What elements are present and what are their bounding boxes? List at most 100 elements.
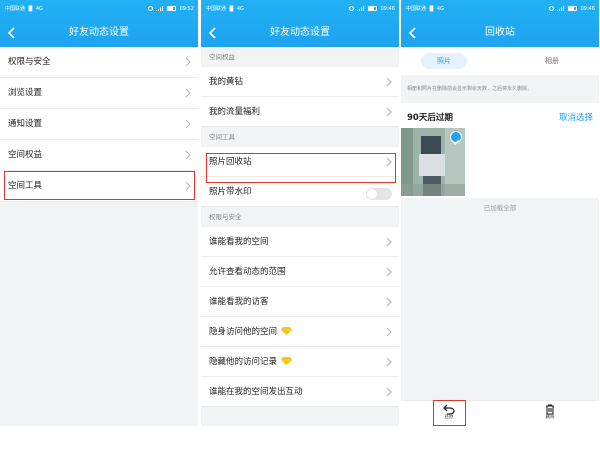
- settings-item-feed-visibility-range[interactable]: 允许查看动态的范围: [201, 257, 399, 287]
- bottom-action-bar: 还原 删除: [401, 400, 599, 426]
- yellow-diamond-icon: [281, 327, 293, 335]
- clock-text: 09:52: [179, 6, 194, 12]
- settings-item-label: 空间工具: [8, 181, 43, 191]
- cancel-select-button[interactable]: 取消选择: [559, 111, 593, 123]
- loaded-all-text: 已加载全部: [483, 204, 517, 212]
- settings-item-label: 隐身访问他的空间: [209, 317, 293, 347]
- header-bar: 中国联通 ▐▌ 4G 09:52 好友动态设置: [0, 0, 198, 47]
- delete-button[interactable]: 删除: [538, 404, 562, 426]
- alarm-icon: [147, 6, 153, 11]
- chevron-right-icon: [185, 57, 191, 67]
- restore-label: 还原: [444, 415, 454, 420]
- settings-item-label: 我的黄钻: [209, 77, 244, 87]
- chevron-right-icon: [386, 77, 392, 87]
- status-right: 09:52: [146, 3, 194, 15]
- signal-icon: [357, 6, 365, 11]
- settings-item-label: 谁能看我的空间: [209, 237, 269, 247]
- chevron-right-icon: [386, 387, 392, 397]
- yellow-diamond-icon: [281, 357, 293, 365]
- clock-text: 09:46: [580, 6, 595, 12]
- tab-photos[interactable]: 照片: [421, 53, 467, 69]
- trash-icon: [546, 404, 554, 415]
- settings-item-permission-security[interactable]: 权限与安全: [0, 47, 198, 78]
- chevron-right-icon: [386, 267, 392, 277]
- status-right: 09:46: [347, 3, 395, 15]
- clock-text: 09:46: [380, 6, 395, 12]
- section-header: 空间权益: [201, 47, 399, 67]
- settings-item-photo-watermark: 照片带水印: [201, 177, 399, 207]
- tab-albums[interactable]: 相册: [529, 53, 575, 69]
- chevron-right-icon: [386, 107, 392, 117]
- battery-icon: [367, 6, 377, 11]
- settings-item-label: 通知设置: [8, 119, 43, 129]
- settings-item-browse[interactable]: 浏览设置: [0, 78, 198, 109]
- settings-item-label: 浏览设置: [8, 88, 43, 98]
- chevron-right-icon: [185, 150, 191, 160]
- chevron-right-icon: [185, 181, 191, 191]
- panel-recycle-bin: 中国联通 ▐▌ 4G 09:46 回收站 照片 相册 相册和照片在删除前会显示剩…: [401, 0, 599, 426]
- settings-item-label: 谁能看我的访客: [209, 297, 269, 307]
- chevron-right-icon: [386, 297, 392, 307]
- carrier-text: 中国联通 ▐▌ 4G: [5, 6, 43, 12]
- chevron-right-icon: [386, 157, 392, 167]
- settings-item-text: 隐藏他的访问记录: [209, 357, 278, 367]
- settings-item-label: 照片回收站: [209, 157, 252, 167]
- settings-item-yellow-diamond[interactable]: 我的黄钻: [201, 67, 399, 97]
- page-title: 好友动态设置: [270, 27, 330, 38]
- settings-item-hide-visit-record[interactable]: 隐藏他的访问记录: [201, 347, 399, 377]
- section-header: 权限与安全: [201, 207, 399, 227]
- status-bar: 中国联通 ▐▌ 4G 09:52: [5, 3, 194, 15]
- panel-space-tools: 中国联通 ▐▌ 4G 09:46 好友动态设置 空间权益 我的黄钻 我的流量福利…: [201, 0, 399, 426]
- header-bar: 中国联通 ▐▌ 4G 09:46 好友动态设置: [201, 0, 399, 47]
- settings-item-label: 隐藏他的访问记录: [209, 347, 293, 377]
- chevron-right-icon: [386, 327, 392, 337]
- settings-item-space-tools[interactable]: 空间工具: [0, 171, 198, 202]
- watermark-toggle[interactable]: [366, 188, 392, 200]
- expiry-group-title: 90天后过期: [407, 113, 453, 123]
- settings-item-label: 我的流量福利: [209, 107, 261, 117]
- header-bar: 中国联通 ▐▌ 4G 09:46 回收站: [401, 0, 599, 47]
- settings-list: 空间权益 我的黄钻 我的流量福利 空间工具 照片回收站 照片带水印 权限与安全 …: [201, 47, 399, 407]
- section-header: 空间工具: [201, 127, 399, 147]
- battery-icon: [166, 6, 176, 11]
- selected-check-icon: [450, 131, 462, 145]
- signal-icon: [557, 6, 565, 11]
- settings-item-text: 隐身访问他的空间: [209, 327, 278, 337]
- page-title: 好友动态设置: [69, 27, 129, 38]
- expiry-group: 90天后过期 取消选择: [401, 103, 599, 198]
- status-bar: 中国联通 ▐▌ 4G 09:46: [206, 3, 395, 15]
- nav-bar: 好友动态设置: [201, 22, 399, 44]
- chevron-right-icon: [386, 237, 392, 247]
- settings-item-data-benefit[interactable]: 我的流量福利: [201, 97, 399, 127]
- tab-bar: 照片 相册: [401, 47, 599, 75]
- photo-thumbnail[interactable]: [401, 128, 465, 196]
- chevron-right-icon: [386, 357, 392, 367]
- panel-space-settings: 中国联通 ▐▌ 4G 09:52 好友动态设置 权限与安全 浏览设置 通知设置: [0, 0, 198, 426]
- deletion-notice: 相册和照片在删除前会显示剩余天数，之后将永久删除。: [401, 75, 599, 103]
- settings-item-label: 权限与安全: [8, 57, 51, 67]
- settings-item-label: 空间权益: [8, 150, 43, 160]
- settings-item-invisible-visit[interactable]: 隐身访问他的空间: [201, 317, 399, 347]
- status-bar: 中国联通 ▐▌ 4G 09:46: [406, 3, 595, 15]
- nav-bar: 好友动态设置: [0, 22, 198, 44]
- restore-button[interactable]: 还原: [437, 404, 461, 426]
- settings-item-who-can-view-space[interactable]: 谁能看我的空间: [201, 227, 399, 257]
- settings-item-label: 谁能在我的空间发出互动: [209, 387, 303, 397]
- settings-item-space-rights[interactable]: 空间权益: [0, 140, 198, 171]
- settings-item-who-can-view-visitors[interactable]: 谁能看我的访客: [201, 287, 399, 317]
- alarm-icon: [548, 6, 554, 11]
- settings-item-notification[interactable]: 通知设置: [0, 109, 198, 140]
- status-right: 09:46: [547, 3, 595, 15]
- delete-label: 删除: [545, 415, 555, 420]
- battery-icon: [567, 6, 577, 11]
- settings-item-photo-recycle-bin[interactable]: 照片回收站: [201, 147, 399, 177]
- page-title: 回收站: [485, 27, 515, 38]
- settings-item-label: 允许查看动态的范围: [209, 267, 286, 277]
- chevron-right-icon: [185, 88, 191, 98]
- undo-icon: [443, 404, 455, 415]
- carrier-text: 中国联通 ▐▌ 4G: [206, 6, 244, 12]
- signal-icon: [156, 6, 164, 11]
- settings-item-label: 照片带水印: [209, 187, 252, 197]
- settings-item-who-can-interact[interactable]: 谁能在我的空间发出互动: [201, 377, 399, 407]
- alarm-icon: [348, 6, 354, 11]
